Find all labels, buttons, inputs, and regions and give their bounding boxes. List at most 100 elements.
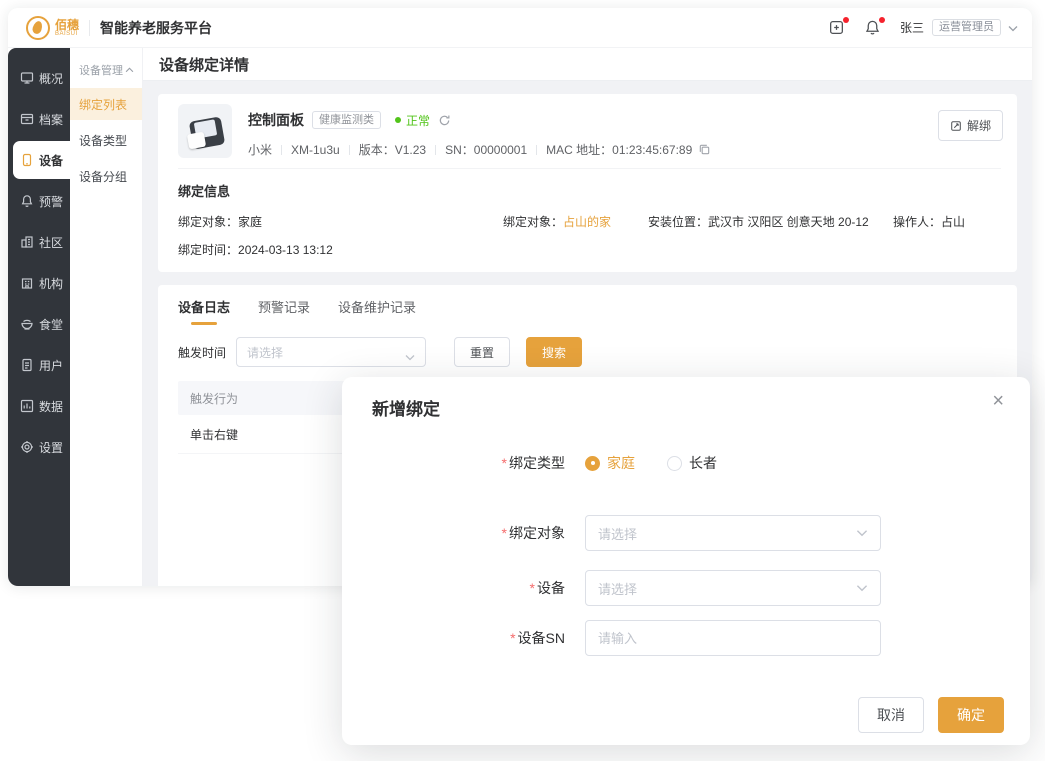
sidebar-item-devices[interactable]: 设备: [13, 141, 70, 179]
app-header: 佰穗 BAISUI 智能养老服务平台 张三 运营管理员: [8, 8, 1032, 48]
logo-text-block: 佰穗 BAISUI: [55, 19, 79, 37]
app-title: 智能养老服务平台: [100, 19, 213, 36]
device-sn-label: * 设备SN: [510, 630, 565, 646]
submenu-item-device-types[interactable]: 设备类型: [70, 124, 142, 156]
tab-bar: 设备日志 预警记录 设备维护记录: [178, 297, 997, 325]
card-divider: [178, 168, 1001, 169]
sidebar-item-label: 预警: [39, 194, 64, 209]
submenu-item-device-groups[interactable]: 设备分组: [70, 160, 142, 192]
secondary-sidebar: 设备管理 绑定列表 设备类型 设备分组: [70, 48, 143, 586]
binding-object-link[interactable]: 占山的家: [563, 215, 611, 229]
close-icon[interactable]: ×: [992, 391, 1004, 411]
device-sn-input[interactable]: [585, 620, 881, 656]
device-category-badge: 健康监测类: [312, 111, 381, 129]
sidebar-item-users[interactable]: 用户: [8, 346, 70, 384]
canteen-icon: [21, 319, 33, 330]
select-placeholder: 请选择: [598, 526, 638, 542]
modal-footer: 取消 确定: [858, 697, 1004, 733]
device-version-label: 版本：: [358, 143, 395, 157]
page-title: 设备绑定详情: [159, 56, 250, 74]
sidebar-item-data[interactable]: 数据: [8, 387, 70, 425]
tab-maintenance-records[interactable]: 设备维护记录: [338, 297, 416, 325]
device-status: 正常: [395, 112, 430, 129]
binding-object-field: 绑定对象：占山的家: [503, 215, 612, 229]
trigger-time-label: 触发时间: [178, 345, 227, 360]
status-dot: [395, 117, 401, 123]
chevron-down-icon: [405, 348, 415, 361]
trigger-time-select[interactable]: 请选择: [236, 337, 427, 367]
binding-target-row: * 绑定对象 请选择: [342, 515, 1030, 551]
sidebar-item-label: 设备: [39, 153, 64, 168]
community-icon: [21, 236, 33, 248]
submenu-item-label: 设备分组: [79, 169, 128, 184]
binding-time-field: 绑定时间：2024-03-13 13:12: [178, 243, 333, 257]
submenu-item-binding-list[interactable]: 绑定列表: [70, 88, 142, 120]
binding-target-label: * 绑定对象: [501, 525, 565, 541]
binding-target-select[interactable]: 请选择: [585, 515, 881, 551]
tab-device-log[interactable]: 设备日志: [178, 297, 230, 325]
device-label: * 设备: [529, 580, 565, 596]
bell-icon[interactable]: [864, 16, 885, 37]
cancel-button[interactable]: 取消: [858, 697, 924, 733]
sidebar-item-archives[interactable]: 档案: [8, 100, 70, 138]
chevron-up-icon: [125, 67, 134, 73]
device-row: * 设备 请选择: [342, 570, 1030, 606]
add-binding-modal: 新增绑定 × *绑定类型 家庭 长者 *绑定对象 请选择 *设备 请选择: [342, 377, 1030, 745]
device-select[interactable]: 请选择: [585, 570, 881, 606]
binding-info-title: 绑定信息: [178, 184, 231, 199]
sidebar-item-canteen[interactable]: 食堂: [8, 305, 70, 343]
sidebar-item-alerts[interactable]: 预警: [8, 182, 70, 220]
device-sn-label: SN：: [445, 143, 474, 157]
user-role-badge: 运营管理员: [932, 19, 1001, 36]
radio-circle: [667, 455, 682, 471]
device-mac: 01:23:45:67:89: [612, 142, 693, 157]
user-menu[interactable]: 张三 运营管理员: [900, 19, 1018, 37]
radio-family[interactable]: 家庭: [585, 453, 635, 473]
notification-dot: [842, 16, 849, 23]
tab-alert-records[interactable]: 预警记录: [258, 297, 310, 325]
search-button[interactable]: 搜索: [526, 337, 583, 367]
notification-dot: [878, 16, 885, 23]
header-divider: [89, 19, 91, 36]
status-text: 正常: [406, 113, 431, 128]
sidebar-item-community[interactable]: 社区: [8, 223, 70, 261]
radio-elder[interactable]: 长者: [667, 453, 717, 473]
settings-gear-icon: [21, 441, 33, 453]
dashboard-icon: [20, 72, 34, 84]
required-asterisk: *: [501, 525, 507, 541]
filter-row: 触发时间 请选择 重置 搜索: [178, 337, 997, 367]
sidebar-item-label: 社区: [39, 235, 64, 250]
binding-type-label: * 绑定类型: [501, 455, 565, 471]
required-asterisk: *: [529, 580, 535, 596]
chevron-down-icon: [856, 524, 868, 542]
chevron-down-icon: [856, 579, 868, 597]
organization-icon: [21, 278, 33, 289]
modal-title: 新增绑定: [372, 400, 440, 419]
required-asterisk: *: [510, 630, 516, 646]
sidebar-item-label: 设置: [39, 440, 64, 455]
device-meta: 小米 XM-1u3u 版本： V1.23 SN： 00000001 MAC 地址： 0…: [248, 141, 711, 158]
binding-type-radios: 家庭 长者: [585, 453, 749, 473]
select-placeholder: 请选择: [247, 345, 284, 360]
document-add-icon[interactable]: [828, 16, 849, 37]
user-name: 张三: [899, 21, 924, 35]
sidebar-item-label: 食堂: [39, 317, 64, 332]
submenu-group-device-management[interactable]: 设备管理: [70, 58, 142, 88]
submenu-item-label: 绑定列表: [79, 97, 128, 112]
reset-button[interactable]: 重置: [454, 337, 511, 367]
sidebar-item-label: 用户: [39, 358, 64, 373]
page-title-bar: 设备绑定详情: [143, 48, 1032, 81]
install-location-field: 安装位置：武汉市 汉阳区 创意天地 20-12: [648, 215, 869, 229]
device-thumbnail: [178, 104, 232, 158]
refresh-icon[interactable]: [438, 114, 451, 127]
confirm-button[interactable]: 确定: [938, 697, 1004, 733]
sidebar-item-settings[interactable]: 设置: [8, 428, 70, 466]
unbind-button[interactable]: 解绑: [937, 110, 1003, 141]
copy-icon[interactable]: [698, 143, 711, 156]
unbind-button-label: 解绑: [966, 119, 991, 133]
sidebar-item-label: 档案: [39, 112, 64, 127]
select-placeholder: 请选择: [598, 581, 638, 597]
archive-icon: [20, 113, 34, 125]
sidebar-item-institutions[interactable]: 机构: [8, 264, 70, 302]
sidebar-item-overview[interactable]: 概况: [8, 59, 70, 97]
